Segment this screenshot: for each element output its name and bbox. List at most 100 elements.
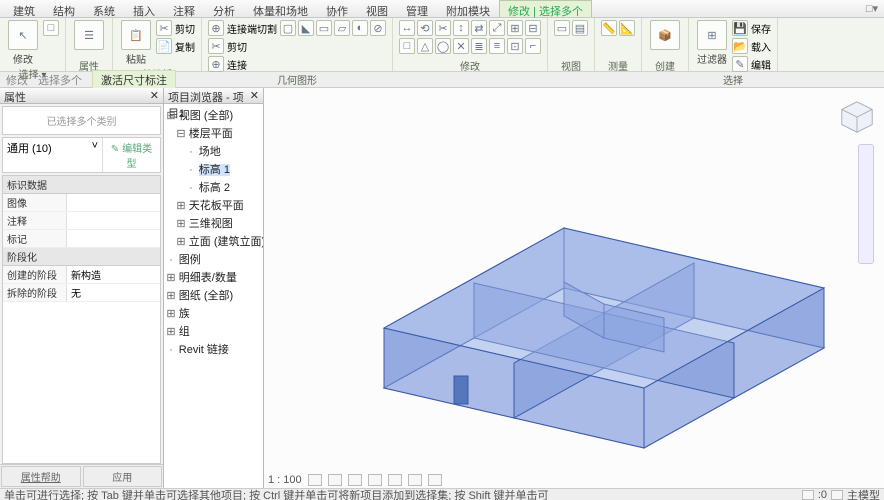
ribbon-button[interactable]: ⌐ (525, 38, 541, 54)
menu-tab[interactable]: 视图 (357, 0, 397, 17)
ribbon-button[interactable]: ⟲ (417, 20, 433, 36)
properties-help-link[interactable]: 属性帮助 (1, 466, 81, 487)
ribbon-button[interactable]: ▤ (572, 20, 588, 36)
ribbon-button[interactable]: 📂载入 (732, 38, 771, 54)
ribbon-button[interactable]: 📋粘贴 (119, 20, 153, 66)
property-value[interactable]: 无 (67, 284, 160, 301)
menu-tab[interactable]: 附加模块 (437, 0, 499, 17)
ribbon-button[interactable]: □ (399, 38, 415, 54)
expand-icon[interactable]: ⊞ (176, 199, 186, 212)
reveal-icon[interactable] (428, 474, 442, 486)
viewcube[interactable] (838, 98, 876, 136)
menu-tab[interactable]: 系统 (84, 0, 124, 17)
ribbon-button[interactable]: 📄复制 (156, 38, 195, 54)
tree-node[interactable]: ⊞ 明细表/数量 (166, 268, 261, 286)
tree-node[interactable]: ⊞ 图纸 (全部) (166, 286, 261, 304)
ribbon-button[interactable]: ☰ (72, 20, 106, 50)
ribbon-button[interactable]: ↔ (399, 20, 415, 36)
ribbon-button[interactable]: ✂ (435, 20, 451, 36)
context-tab[interactable]: 选择多个 (38, 72, 82, 88)
expand-icon[interactable]: · (166, 344, 176, 356)
shadows-icon[interactable] (368, 474, 382, 486)
detail-level-icon[interactable] (308, 474, 322, 486)
menu-tab[interactable]: 体量和场地 (244, 0, 317, 17)
menu-tab[interactable]: 管理 (397, 0, 437, 17)
tree-node[interactable]: · 标高 2 (166, 178, 261, 196)
context-tab-active[interactable]: 激活尺寸标注 (92, 70, 176, 90)
ribbon-button[interactable]: ↖修改 (6, 20, 40, 66)
ribbon-button[interactable]: ⊞过滤器 (695, 20, 729, 66)
tree-node[interactable]: ⊞ 组 (166, 322, 261, 340)
tree-node[interactable]: ⊞ 立面 (建筑立面) (166, 232, 261, 250)
navigation-bar[interactable] (858, 144, 874, 264)
crop-icon[interactable] (388, 474, 402, 486)
edit-type-button[interactable]: ✎ 编辑类型 (102, 138, 160, 172)
expand-icon[interactable]: ⊞ (166, 271, 176, 284)
menu-tab[interactable]: 建筑 (4, 0, 44, 17)
ribbon-button[interactable]: ⊡ (507, 38, 523, 54)
expand-icon[interactable]: ⊟ (166, 109, 176, 122)
property-value[interactable] (67, 194, 160, 211)
tree-node[interactable]: ⊟ 视图 (全部) (166, 106, 261, 124)
ribbon-button[interactable]: ⊞ (507, 20, 523, 36)
expand-icon[interactable]: · (166, 254, 176, 266)
hide-isolate-icon[interactable] (408, 474, 422, 486)
expand-icon[interactable]: ⊞ (166, 307, 176, 320)
ribbon-button[interactable]: ⇄ (471, 20, 487, 36)
expand-icon[interactable]: ⊞ (176, 217, 186, 230)
filter-combo[interactable]: 通用 (10) ˅ (3, 138, 102, 172)
status-icon[interactable] (831, 490, 843, 500)
type-selector[interactable]: 已选择多个类别 (2, 106, 161, 135)
ribbon-button[interactable]: ✎编辑 (732, 56, 771, 72)
project-tree[interactable]: ⊟ 视图 (全部)⊟ 楼层平面· 场地· 标高 1· 标高 2⊞ 天花板平面⊞ … (164, 104, 263, 488)
context-tab[interactable]: 修改 (6, 72, 28, 88)
property-value[interactable]: 新构造 (67, 266, 160, 283)
menu-tab[interactable]: 修改 | 选择多个 (499, 0, 592, 17)
expand-icon[interactable]: · (186, 164, 196, 176)
ribbon-button[interactable]: ⤢ (489, 20, 505, 36)
ribbon-button[interactable]: 💾保存 (732, 20, 771, 36)
ribbon-button[interactable]: ▢ (280, 20, 296, 36)
ribbon-button[interactable]: ◣ (298, 20, 314, 36)
ribbon-button[interactable]: ⊕连接端切割 (208, 20, 277, 36)
tree-node[interactable]: · Revit 链接 (166, 340, 261, 358)
tree-node[interactable]: ⊟ 楼层平面 (166, 124, 261, 142)
ribbon-button[interactable]: △ (417, 38, 433, 54)
close-icon[interactable]: ✕ (250, 89, 259, 102)
tab-overflow-icon[interactable]: □▾ (866, 2, 878, 15)
tree-node[interactable]: · 标高 1 (166, 160, 261, 178)
apply-button[interactable]: 应用 (83, 466, 163, 487)
expand-icon[interactable]: · (186, 146, 196, 158)
ribbon-button[interactable]: 📏 (601, 20, 617, 36)
tree-node[interactable]: · 图例 (166, 250, 261, 268)
expand-icon[interactable]: ⊞ (176, 235, 186, 248)
ribbon-button[interactable]: ▱ (334, 20, 350, 36)
ribbon-button[interactable]: ▭ (554, 20, 570, 36)
close-icon[interactable]: ✕ (150, 89, 159, 102)
ribbon-button[interactable]: □ (43, 20, 59, 36)
expand-icon[interactable]: ⊞ (166, 325, 176, 338)
ribbon-button[interactable]: ✂剪切 (156, 20, 195, 36)
ribbon-button[interactable]: ≡ (489, 38, 505, 54)
ribbon-button[interactable]: ⊕连接 (208, 56, 277, 72)
menu-tab[interactable]: 注释 (164, 0, 204, 17)
menu-tab[interactable]: 协作 (317, 0, 357, 17)
ribbon-button[interactable]: ◯ (435, 38, 451, 54)
ribbon-button[interactable]: ✂剪切 (208, 38, 277, 54)
ribbon-button[interactable]: ≣ (471, 38, 487, 54)
tree-node[interactable]: ⊞ 天花板平面 (166, 196, 261, 214)
model-3d[interactable]: .f{fill:#7a96d9;fill-opacity:.55;stroke:… (264, 88, 884, 488)
expand-icon[interactable]: ⊟ (176, 127, 186, 140)
ribbon-button[interactable]: ⊟ (525, 20, 541, 36)
status-icon[interactable] (802, 490, 814, 500)
menu-tab[interactable]: 结构 (44, 0, 84, 17)
tree-node[interactable]: ⊞ 族 (166, 304, 261, 322)
ribbon-button[interactable]: 📦 (648, 20, 682, 50)
tree-node[interactable]: ⊞ 三维视图 (166, 214, 261, 232)
sun-path-icon[interactable] (348, 474, 362, 486)
ribbon-button[interactable]: ◐ (352, 20, 368, 36)
ribbon-button[interactable]: ▭ (316, 20, 332, 36)
ribbon-button[interactable]: ✕ (453, 38, 469, 54)
expand-icon[interactable]: · (186, 182, 196, 194)
menu-tab[interactable]: 分析 (204, 0, 244, 17)
